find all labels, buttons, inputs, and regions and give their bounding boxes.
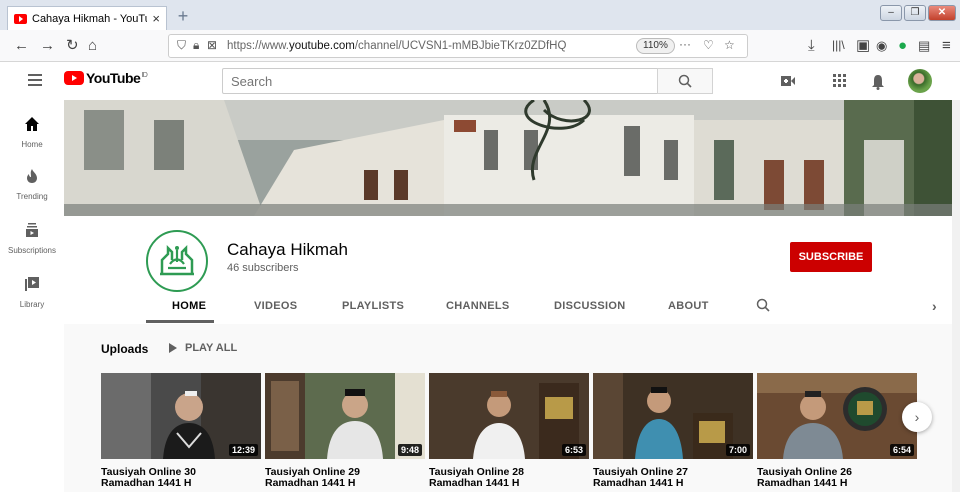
apps-grid-icon[interactable] xyxy=(832,74,848,90)
video-card[interactable]: 6:54 Tausiyah Online 26 Ramadhan 1441 H xyxy=(757,373,917,489)
channel-avatar[interactable] xyxy=(146,230,208,292)
tab-home[interactable]: HOME xyxy=(172,300,206,312)
shelf-next-chevron-icon[interactable]: › xyxy=(902,402,932,432)
channel-name: Cahaya Hikmah xyxy=(227,240,348,259)
youtube-header: YouTubeID xyxy=(0,62,960,100)
page-scrollbar[interactable] xyxy=(952,100,960,492)
subscriber-count: 46 subscribers xyxy=(227,262,299,274)
sidebar-item-label: Library xyxy=(19,300,45,309)
video-duration: 7:00 xyxy=(725,444,750,456)
tab-playlists[interactable]: PLAYLISTS xyxy=(342,300,404,312)
sidebar-item-library[interactable]: Library xyxy=(0,276,64,309)
back-icon[interactable]: ← xyxy=(14,37,29,54)
browser-tab[interactable]: Cahaya Hikmah - YouTube × xyxy=(7,6,167,30)
library-browser-icon[interactable]: |||\ xyxy=(832,37,845,54)
guide-sidebar: Home Trending Subscriptions Library xyxy=(0,100,64,492)
search-input[interactable] xyxy=(222,68,658,94)
video-duration: 12:39 xyxy=(228,444,258,456)
video-thumbnail[interactable]: 6:53 xyxy=(429,373,589,459)
subscriptions-icon xyxy=(0,222,64,243)
tab-close-button[interactable]: × xyxy=(152,11,160,26)
channel-search-icon[interactable] xyxy=(756,298,770,315)
window-close-button[interactable]: ✕ xyxy=(928,5,956,21)
youtube-logo-text: YouTubeID xyxy=(86,70,148,86)
sidebar-item-label: Subscriptions xyxy=(7,246,57,255)
video-duration: 9:48 xyxy=(397,444,422,456)
menu-icon[interactable]: ≡ xyxy=(942,37,951,54)
guide-menu-icon[interactable] xyxy=(28,74,42,86)
video-thumbnail[interactable]: 6:54 xyxy=(757,373,917,459)
browser-titlebar: Cahaya Hikmah - YouTube × + – ❐ ✕ xyxy=(0,0,960,30)
sidebar-item-subscriptions[interactable]: Subscriptions xyxy=(0,222,64,255)
channel-banner xyxy=(64,100,960,216)
shelf-title[interactable]: Uploads xyxy=(101,342,148,356)
tab-channels[interactable]: CHANNELS xyxy=(446,300,510,312)
uploads-shelf: Uploads PLAY ALL 12:39 Tausiyah Online 3… xyxy=(64,324,960,492)
video-duration: 6:54 xyxy=(889,444,914,456)
tab-about[interactable]: ABOUT xyxy=(668,300,709,312)
video-title[interactable]: Tausiyah Online 26 Ramadhan 1441 H xyxy=(757,467,917,489)
video-card[interactable]: 9:48 Tausiyah Online 29 Ramadhan 1441 H xyxy=(265,373,425,489)
reader-icon[interactable]: ▤ xyxy=(918,37,930,54)
minimize-button[interactable]: – xyxy=(880,5,902,21)
library-icon xyxy=(0,276,64,297)
search-icon xyxy=(678,74,692,88)
url-text[interactable]: https://www.youtube.com/channel/UCVSN1-m… xyxy=(227,40,566,52)
video-title[interactable]: Tausiyah Online 27 Ramadhan 1441 H xyxy=(593,467,753,489)
channel-header: Cahaya Hikmah 46 subscribers SUBSCRIBE H… xyxy=(64,216,960,324)
tracking-shield-icon[interactable]: ⛉ xyxy=(177,38,186,53)
video-title[interactable]: Tausiyah Online 30 Ramadhan 1441 H xyxy=(101,467,261,489)
lock-icon[interactable]: 🔒︎ xyxy=(193,38,199,53)
play-icon xyxy=(169,343,177,353)
zoom-level[interactable]: 110% xyxy=(636,38,675,54)
video-card[interactable]: 7:00 Tausiyah Online 27 Ramadhan 1441 H xyxy=(593,373,753,489)
notifications-bell-icon[interactable] xyxy=(870,74,886,90)
maximize-button[interactable]: ❐ xyxy=(904,5,926,21)
play-all-button[interactable]: PLAY ALL xyxy=(169,342,237,354)
video-thumbnail[interactable]: 12:39 xyxy=(101,373,261,459)
create-video-icon[interactable] xyxy=(780,74,796,90)
sidebar-item-label: Home xyxy=(21,140,43,149)
user-avatar[interactable] xyxy=(908,69,932,93)
subscribe-button[interactable]: SUBSCRIBE xyxy=(790,242,872,272)
video-thumbnail[interactable]: 9:48 xyxy=(265,373,425,459)
page-actions-icon[interactable]: ··· xyxy=(679,37,691,51)
tabs-next-chevron-icon[interactable]: › xyxy=(932,298,937,314)
extension-icon[interactable]: ● xyxy=(898,37,907,54)
active-tab-indicator xyxy=(146,320,214,323)
video-thumbnail[interactable]: 7:00 xyxy=(593,373,753,459)
video-title[interactable]: Tausiyah Online 29 Ramadhan 1441 H xyxy=(265,467,425,489)
browser-navbar: ← → ↻ ⌂ ⛉ 🔒︎ ⊠ https://www.youtube.com/c… xyxy=(0,30,960,62)
video-card[interactable]: 6:53 Tausiyah Online 28 Ramadhan 1441 H xyxy=(429,373,589,489)
youtube-favicon-icon xyxy=(14,13,27,24)
fire-icon xyxy=(0,168,64,189)
url-bar[interactable]: ⛉ 🔒︎ ⊠ https://www.youtube.com/channel/U… xyxy=(168,34,748,58)
video-title[interactable]: Tausiyah Online 28 Ramadhan 1441 H xyxy=(429,467,589,489)
forward-icon[interactable]: → xyxy=(40,37,55,54)
pocket-icon[interactable]: ♡ xyxy=(703,38,714,52)
sidebar-toggle-icon[interactable]: ▣ xyxy=(856,37,870,54)
sidebar-item-label: Trending xyxy=(16,192,48,201)
new-tab-button[interactable]: + xyxy=(172,6,194,28)
download-icon[interactable]: ⤓ xyxy=(808,37,815,54)
home-browser-icon[interactable]: ⌂ xyxy=(88,37,97,54)
bookmark-star-icon[interactable]: ☆ xyxy=(724,38,735,52)
video-card[interactable]: 12:39 Tausiyah Online 30 Ramadhan 1441 H xyxy=(101,373,261,489)
search-button[interactable] xyxy=(657,68,713,94)
tab-title: Cahaya Hikmah - YouTube xyxy=(32,12,147,25)
permissions-icon[interactable]: ⊠ xyxy=(207,38,217,52)
youtube-play-icon xyxy=(64,71,84,85)
video-duration: 6:53 xyxy=(561,444,586,456)
home-icon xyxy=(0,116,64,137)
channel-tabs: HOME VIDEOS PLAYLISTS CHANNELS DISCUSSIO… xyxy=(146,296,946,324)
window-controls: – ❐ ✕ xyxy=(880,5,956,21)
tab-discussion[interactable]: DISCUSSION xyxy=(554,300,625,312)
tab-videos[interactable]: VIDEOS xyxy=(254,300,297,312)
sidebar-item-trending[interactable]: Trending xyxy=(0,168,64,201)
reload-icon[interactable]: ↻ xyxy=(66,37,79,54)
sidebar-item-home[interactable]: Home xyxy=(0,116,64,149)
youtube-logo[interactable]: YouTubeID xyxy=(64,70,148,86)
account-icon[interactable]: ◉ xyxy=(876,37,887,54)
